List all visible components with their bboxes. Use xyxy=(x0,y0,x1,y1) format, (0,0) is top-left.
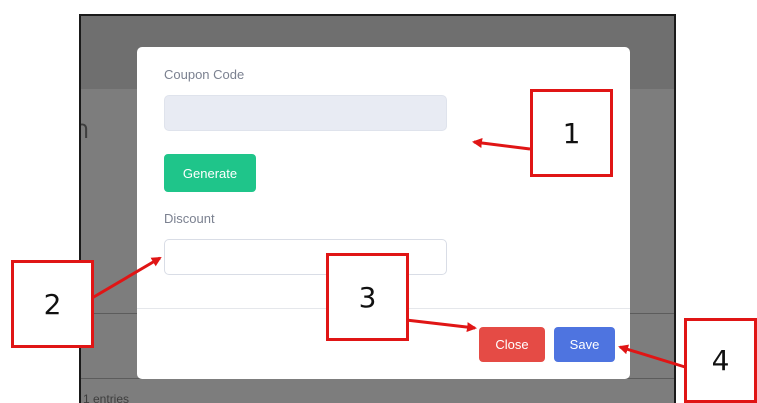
arrow-to-coupon-input xyxy=(472,138,531,151)
callout-box-3: 3 xyxy=(326,253,409,341)
annotation-arrows xyxy=(91,138,686,369)
arrow-to-close-button xyxy=(405,318,477,333)
callout-box-1: 1 xyxy=(530,89,613,177)
callout-box-4: 4 xyxy=(684,318,757,403)
callout-box-2: 2 xyxy=(11,260,94,348)
arrow-to-discount-input xyxy=(91,256,162,300)
arrow-to-save-button xyxy=(618,344,686,369)
